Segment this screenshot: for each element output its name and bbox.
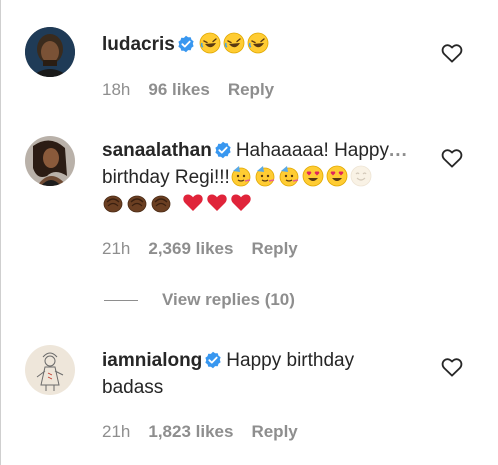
comment-text-line2: badass [102,377,164,398]
comment-time: 21h [102,239,131,258]
comment-text-line1: Hahaaaaa! Happy [235,140,389,161]
avatar[interactable] [25,27,75,77]
view-replies-label: View replies (10) [162,290,295,309]
red-heart-emoji [182,192,204,214]
rofl-emoji [223,32,245,54]
party-face-emoji [254,165,276,187]
heart-outline-icon[interactable] [441,43,463,63]
likes-count[interactable]: 2,369 likes [148,239,233,259]
reply-button[interactable]: Reply [251,239,297,259]
comment-text-line1: Happy birthday [226,350,355,371]
red-heart-emoji [230,192,252,214]
rofl-emoji [247,32,269,54]
party-face-emoji [278,165,300,187]
comment-username[interactable]: iamnialong [102,350,202,371]
comment-username[interactable]: ludacris [102,34,175,55]
rofl-emoji [199,32,221,54]
comment-time: 21h [102,422,131,441]
verified-badge-icon [204,351,222,369]
likes-count[interactable]: 1,823 likes [148,422,233,442]
heart-outline-icon[interactable] [441,148,463,168]
verified-badge-icon [214,141,232,159]
smiling-face-emoji [350,165,372,187]
comment-time: 18h [102,80,131,99]
likes-count[interactable]: 96 likes [148,80,209,100]
party-face-emoji [230,165,252,187]
verified-badge-icon [177,35,195,53]
window-edge [0,0,1,465]
heart-eyes-emoji [302,165,324,187]
comment-username[interactable]: sanaalathan [102,140,212,161]
clapping-hands-emoji [126,192,148,214]
replies-divider [104,299,138,301]
reply-button[interactable]: Reply [251,422,297,442]
clapping-hands-emoji [102,192,124,214]
heart-eyes-emoji [326,165,348,187]
heart-outline-icon[interactable] [441,357,463,377]
comment-text-line2: birthday Regi!!! [102,167,230,188]
view-replies-button[interactable]: View replies (10) [104,290,295,310]
avatar[interactable] [25,345,75,395]
avatar[interactable] [25,136,75,186]
more-button[interactable]: ... [389,140,408,161]
reply-button[interactable]: Reply [228,80,274,100]
red-heart-emoji [206,192,228,214]
clapping-hands-emoji [150,192,172,214]
